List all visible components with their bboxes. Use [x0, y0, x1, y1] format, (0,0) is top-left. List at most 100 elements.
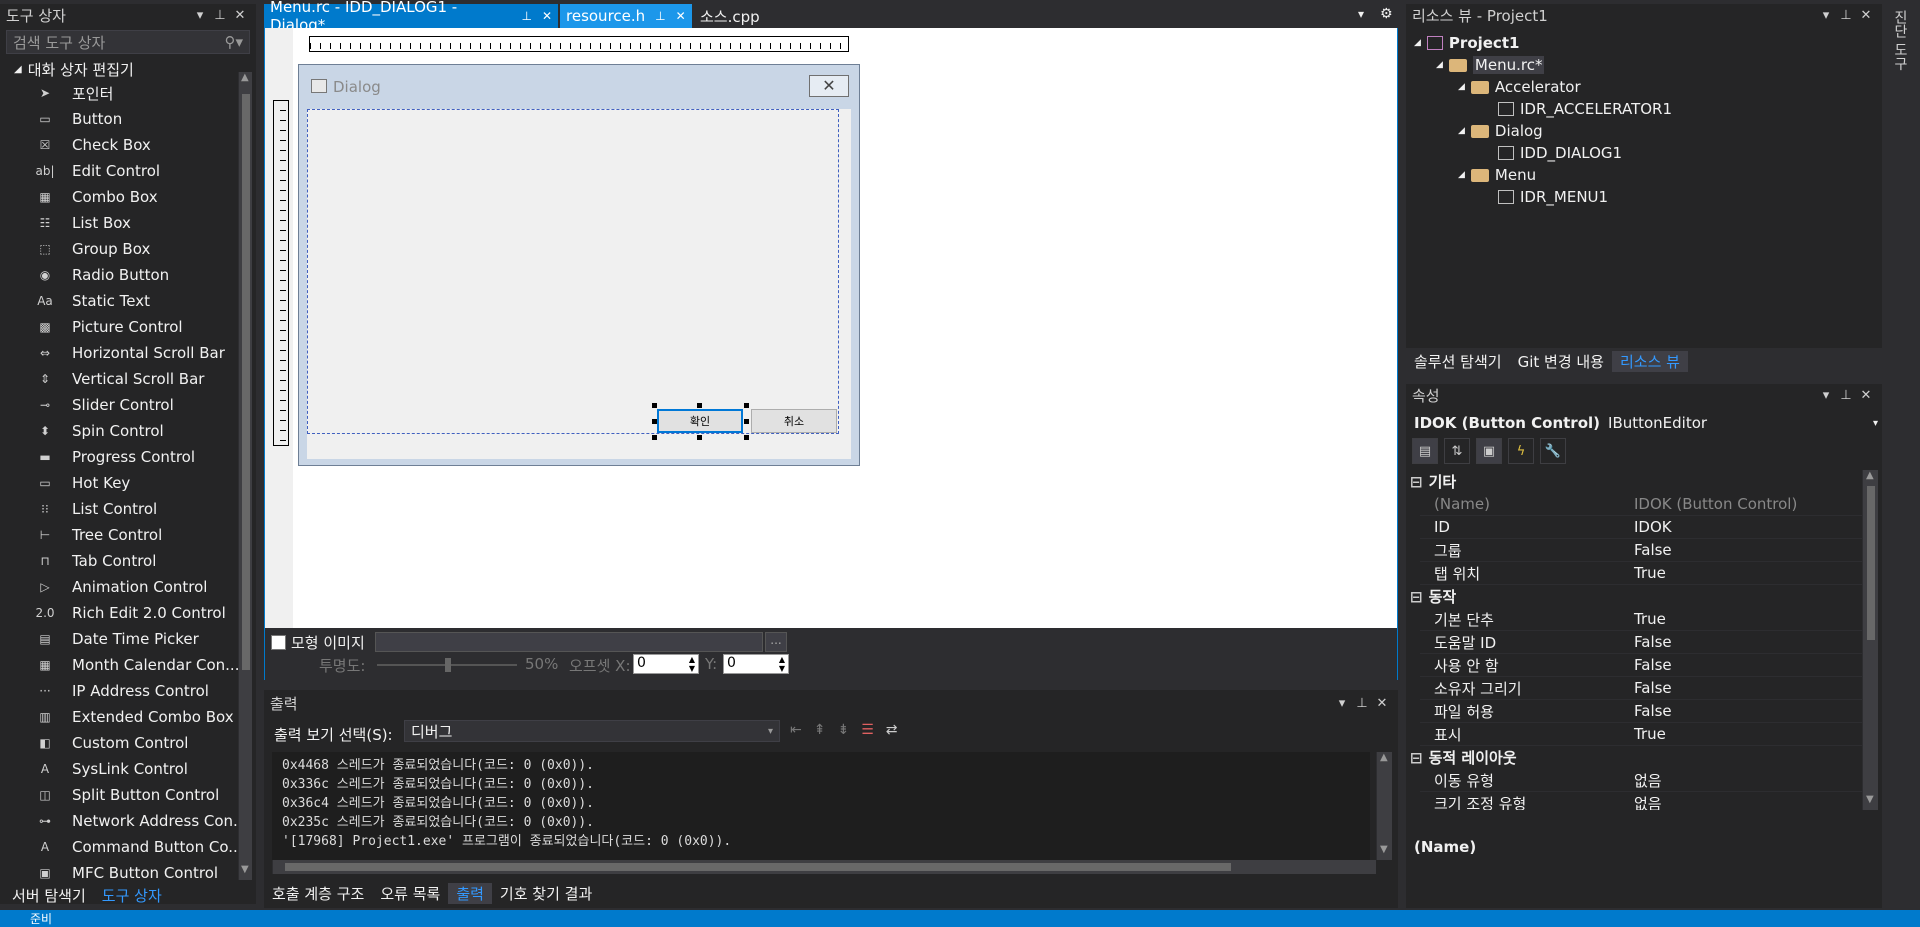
- toolbox-item[interactable]: ▤ Date Time Picker: [0, 626, 256, 652]
- toolbox-item[interactable]: ⬚ Group Box: [0, 236, 256, 262]
- selection-handle[interactable]: [697, 435, 702, 440]
- transparency-slider-thumb[interactable]: [445, 658, 451, 672]
- offset-y-input[interactable]: 0 ▲ ▼: [723, 654, 789, 674]
- property-value[interactable]: 없음: [1628, 793, 1862, 811]
- tree-node-menu[interactable]: ◢ Menu: [1458, 164, 1536, 186]
- vertical-ruler[interactable]: [273, 100, 289, 446]
- toolbox-item[interactable]: ▦ Combo Box: [0, 184, 256, 210]
- dropdown-icon[interactable]: ▾: [1332, 696, 1352, 711]
- properties-scroll-thumb[interactable]: [1867, 486, 1875, 640]
- tree-node-dialog[interactable]: ◢ Dialog: [1458, 120, 1543, 142]
- property-row[interactable]: (Name) IDOK (Button Control): [1420, 493, 1862, 516]
- toolbox-item[interactable]: ⊸ Slider Control: [0, 392, 256, 418]
- output-hscrollbar[interactable]: [272, 860, 1376, 874]
- toolbox-item[interactable]: Aa Static Text: [0, 288, 256, 314]
- clear-all-icon[interactable]: ☰: [861, 722, 874, 738]
- properties-object-selector[interactable]: IDOK (Button Control) IButtonEditor ▾: [1414, 412, 1878, 434]
- diagnostic-tools-tab[interactable]: 진단 도구: [1890, 10, 1910, 70]
- properties-scrollbar[interactable]: ▲ ▼: [1862, 470, 1878, 810]
- close-icon[interactable]: ✕: [1856, 388, 1876, 403]
- tab-call-hierarchy[interactable]: 호출 계층 구조: [264, 883, 372, 904]
- dialog-close-button[interactable]: ✕: [809, 75, 849, 97]
- offset-x-input[interactable]: 0 ▲ ▼: [633, 654, 699, 674]
- property-value[interactable]: IDOK (Button Control): [1628, 495, 1862, 513]
- cancel-button[interactable]: 취소: [751, 409, 837, 433]
- toolbox-item[interactable]: ◧ Custom Control: [0, 730, 256, 756]
- property-row[interactable]: 크기 조정 유형 없음: [1420, 792, 1862, 811]
- dropdown-icon[interactable]: ▾: [1816, 8, 1836, 23]
- output-vscrollbar[interactable]: ▲ ▼: [1376, 752, 1392, 860]
- alphabetical-icon[interactable]: ⇅: [1444, 438, 1470, 464]
- selection-handle[interactable]: [697, 403, 702, 408]
- toolbox-item[interactable]: ⇔ Horizontal Scroll Bar: [0, 340, 256, 366]
- toolbox-scroll-thumb[interactable]: [242, 94, 250, 670]
- property-value[interactable]: False: [1628, 541, 1862, 559]
- pin-icon[interactable]: ⊥: [1352, 696, 1372, 711]
- close-icon[interactable]: ✕: [542, 9, 552, 23]
- toolbox-search-input[interactable]: 검색 도구 상자 ⚲▾: [6, 30, 250, 54]
- tab-server-explorer[interactable]: 서버 탐색기: [4, 885, 94, 906]
- close-icon[interactable]: ✕: [676, 9, 686, 23]
- tab-overflow-dropdown-icon[interactable]: ▾: [1358, 7, 1364, 21]
- selection-handle[interactable]: [744, 403, 749, 408]
- scroll-up-icon[interactable]: ▲: [1866, 470, 1874, 481]
- pin-icon[interactable]: ⊥: [1836, 388, 1856, 403]
- ok-button[interactable]: 확인: [657, 409, 743, 433]
- scroll-up-icon[interactable]: ▲: [1380, 752, 1388, 763]
- tree-node-idr-menu1[interactable]: IDR_MENU1: [1498, 186, 1608, 208]
- expand-triangle-icon[interactable]: ◢: [1414, 38, 1421, 48]
- selection-handle[interactable]: [652, 435, 657, 440]
- tab-error-list[interactable]: 오류 목록: [372, 883, 448, 904]
- expand-triangle-icon[interactable]: ◢: [1458, 126, 1465, 136]
- property-value[interactable]: True: [1628, 564, 1862, 582]
- toolbox-item[interactable]: ▬ Progress Control: [0, 444, 256, 470]
- go-to-previous-icon[interactable]: ⇤: [790, 722, 802, 738]
- toolbox-item[interactable]: ⊶ Network Address Con...: [0, 808, 256, 834]
- close-icon[interactable]: ✕: [1372, 696, 1392, 711]
- tab-toolbox[interactable]: 도구 상자: [94, 885, 170, 906]
- scroll-down-icon[interactable]: ▼: [1866, 794, 1874, 805]
- events-lightning-icon[interactable]: ϟ: [1508, 438, 1534, 464]
- toolbox-item[interactable]: ⬍ Spin Control: [0, 418, 256, 444]
- pin-icon[interactable]: ⊥: [1836, 8, 1856, 23]
- toolbox-item[interactable]: ⊓ Tab Control: [0, 548, 256, 574]
- toolbox-item[interactable]: ▭ Hot Key: [0, 470, 256, 496]
- search-icon[interactable]: ⚲▾: [224, 33, 243, 51]
- expand-triangle-icon[interactable]: ◢: [1458, 170, 1465, 180]
- property-value[interactable]: True: [1628, 610, 1862, 628]
- tab-menu-rc[interactable]: Menu.rc - IDD_DIALOG1 - Dialog* ⊥ ✕: [264, 0, 558, 34]
- spin-arrows-icon[interactable]: ▲ ▼: [689, 655, 695, 673]
- selection-handle[interactable]: [652, 419, 657, 424]
- toolbox-item[interactable]: ☒ Check Box: [0, 132, 256, 158]
- pin-icon[interactable]: ⊥: [521, 9, 531, 23]
- toolbox-group-dialog-editor[interactable]: ◢ 대화 상자 편집기: [0, 58, 256, 80]
- browse-button[interactable]: ...: [765, 632, 787, 652]
- property-value[interactable]: True: [1628, 725, 1862, 743]
- toolbox-item[interactable]: 2.0 Rich Edit 2.0 Control: [0, 600, 256, 626]
- toolbox-item[interactable]: A SysLink Control: [0, 756, 256, 782]
- find-next-icon[interactable]: ⇟: [837, 722, 849, 738]
- word-wrap-icon[interactable]: ⇄: [886, 722, 898, 738]
- collapse-box-icon[interactable]: ⊟: [1410, 749, 1423, 767]
- spin-arrows-icon[interactable]: ▲ ▼: [779, 655, 785, 673]
- property-value[interactable]: False: [1628, 702, 1862, 720]
- selection-handle[interactable]: [652, 403, 657, 408]
- tab-resource-h[interactable]: resource.h ⊥ ✕: [560, 4, 692, 28]
- property-row[interactable]: 기본 단추 True: [1420, 608, 1862, 631]
- property-row[interactable]: 도움말 ID False: [1420, 631, 1862, 654]
- selection-handle[interactable]: [744, 435, 749, 440]
- tab-resource-view[interactable]: 리소스 뷰: [1612, 350, 1688, 372]
- dialog-preview[interactable]: Dialog ✕ 확인 취소: [298, 64, 860, 466]
- close-icon[interactable]: ✕: [1856, 8, 1876, 23]
- tab-git-changes[interactable]: Git 변경 내용: [1510, 351, 1612, 372]
- collapse-box-icon[interactable]: ⊟: [1410, 473, 1423, 491]
- toolbox-item[interactable]: ▥ Extended Combo Box: [0, 704, 256, 730]
- settings-gear-icon[interactable]: ⚙: [1380, 6, 1393, 22]
- selection-handle[interactable]: [744, 419, 749, 424]
- tree-node-idr-accelerator1[interactable]: IDR_ACCELERATOR1: [1498, 98, 1672, 120]
- scroll-down-icon[interactable]: ▼: [1380, 844, 1388, 855]
- guide-image-path-input[interactable]: [375, 632, 763, 652]
- property-value[interactable]: False: [1628, 633, 1862, 651]
- output-hscroll-thumb[interactable]: [285, 863, 1231, 871]
- tree-node-idd-dialog1[interactable]: IDD_DIALOG1: [1498, 142, 1622, 164]
